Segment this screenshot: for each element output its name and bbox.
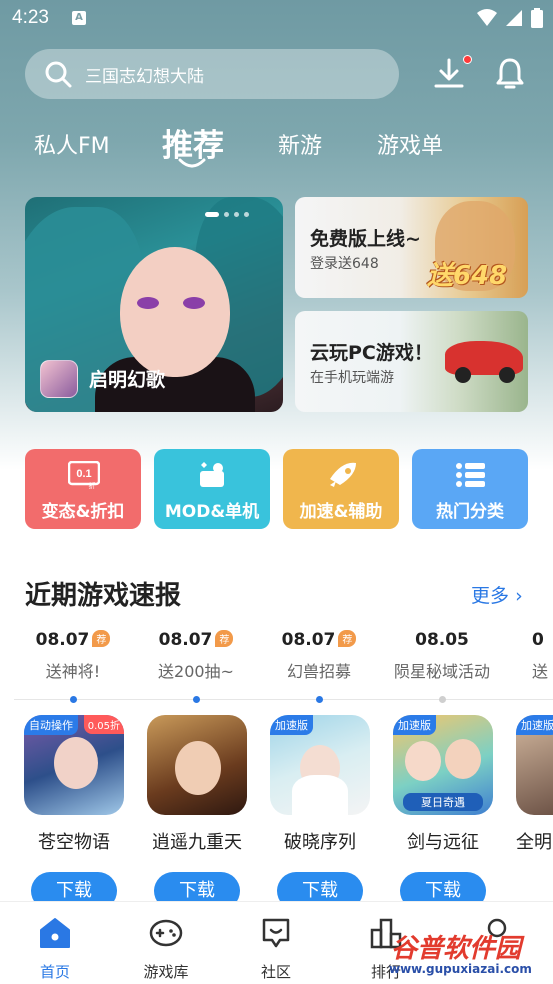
quick-action-label: 热门分类 bbox=[436, 502, 504, 522]
game-badge: 加速版 bbox=[393, 715, 436, 735]
game-icon: 加速版 bbox=[270, 715, 370, 815]
game-name: 剑与远征 bbox=[407, 832, 479, 853]
game-name: 苍空物语 bbox=[38, 832, 110, 853]
discount-badge: 0.05折 bbox=[83, 715, 124, 734]
status-time: 4:23 bbox=[12, 7, 49, 28]
side-banner-free-version[interactable]: 免费版上线~ 登录送648 送648 bbox=[295, 197, 528, 298]
search-icon bbox=[45, 61, 72, 88]
more-link[interactable]: 更多 › bbox=[471, 581, 523, 608]
quick-action-mod[interactable]: MOD&单机 bbox=[154, 449, 270, 529]
game-banner-text: 夏日奇遇 bbox=[403, 793, 483, 811]
recommend-tag: 荐 bbox=[338, 630, 357, 647]
game-name: 逍遥九重天 bbox=[152, 832, 242, 853]
game-card[interactable]: 自动操作 0.05折 苍空物语 下载 bbox=[24, 715, 124, 910]
side-banner-title: 免费版上线~ bbox=[310, 228, 421, 250]
game-card-partial[interactable]: 加速版 全明 bbox=[516, 715, 553, 854]
game-icon: 自动操作 0.05折 bbox=[24, 715, 124, 815]
quick-action-categories[interactable]: 热门分类 bbox=[412, 449, 528, 529]
nav-community[interactable]: 社区 bbox=[236, 916, 316, 982]
main-banner[interactable]: 启明幻歌 bbox=[25, 197, 283, 412]
bell-icon[interactable] bbox=[493, 56, 527, 90]
wifi-icon bbox=[477, 9, 497, 26]
search-bar[interactable]: 三国志幻想大陆 bbox=[25, 49, 399, 99]
search-placeholder: 三国志幻想大陆 bbox=[85, 66, 204, 87]
timeline-dot bbox=[439, 696, 446, 703]
svg-text:折: 折 bbox=[89, 481, 96, 489]
game-icon bbox=[147, 715, 247, 815]
banner-game-icon bbox=[40, 360, 78, 398]
nav-home[interactable]: 首页 bbox=[15, 916, 95, 982]
side-banner-subtitle: 在手机玩端游 bbox=[310, 370, 394, 386]
banner-game-name: 启明幻歌 bbox=[89, 369, 166, 391]
gamepad-icon bbox=[149, 919, 183, 947]
svg-text:0.1: 0.1 bbox=[76, 468, 91, 480]
game-card[interactable]: 加速版 夏日奇遇 剑与远征 下载 bbox=[393, 715, 493, 910]
tab-new-games[interactable]: 新游 bbox=[278, 128, 322, 160]
game-badge: 加速版 bbox=[516, 715, 553, 735]
game-card[interactable]: 逍遥九重天 下载 bbox=[147, 715, 247, 910]
system-icons bbox=[477, 8, 543, 28]
watermark-logo: 谷普软件园 www.gupuxiazai.com bbox=[389, 934, 532, 976]
game-name: 全明 bbox=[516, 832, 552, 853]
quick-action-label: MOD&单机 bbox=[164, 502, 260, 522]
news-item[interactable]: 08.05 陨星秘域活动 bbox=[377, 630, 507, 682]
banner-page-indicator bbox=[205, 212, 249, 217]
side-banner-subtitle: 登录送648 bbox=[310, 256, 379, 272]
download-icon[interactable] bbox=[432, 56, 466, 90]
list-icon bbox=[456, 463, 485, 487]
chevron-right-icon: › bbox=[515, 585, 523, 607]
status-bar: 4:23 A bbox=[0, 0, 553, 38]
community-icon bbox=[262, 918, 290, 948]
game-name: 破晓序列 bbox=[284, 832, 356, 853]
news-item[interactable]: 08.07 荐 幻兽招募 bbox=[254, 630, 384, 682]
home-icon bbox=[40, 918, 70, 948]
nav-game-library[interactable]: 游戏库 bbox=[126, 916, 206, 982]
quick-action-discount[interactable]: 0.1 折 变态&折扣 bbox=[25, 449, 141, 529]
section-title: 近期游戏速报 bbox=[25, 581, 182, 611]
news-item-partial[interactable]: 0 送 bbox=[532, 630, 553, 682]
signal-icon bbox=[506, 10, 522, 26]
quick-action-label: 变态&折扣 bbox=[41, 502, 125, 522]
tab-game-lists[interactable]: 游戏单 bbox=[377, 128, 443, 160]
rocket-icon bbox=[330, 462, 356, 487]
discount-icon: 0.1 折 bbox=[68, 461, 100, 489]
active-tab-indicator bbox=[178, 158, 206, 168]
side-banner-cloud-pc[interactable]: 云玩PC游戏！ 在手机玩端游 bbox=[295, 311, 528, 412]
game-icon: 加速版 夏日奇遇 bbox=[393, 715, 493, 815]
game-card[interactable]: 加速版 破晓序列 下载 bbox=[270, 715, 370, 910]
timeline-dot bbox=[70, 696, 77, 703]
notification-a-icon: A bbox=[72, 11, 86, 25]
tab-private-fm[interactable]: 私人FM bbox=[34, 128, 110, 160]
side-banner-title: 云玩PC游戏！ bbox=[310, 342, 433, 364]
side-banner-tag: 送648 bbox=[427, 261, 508, 291]
recommend-tag: 荐 bbox=[215, 630, 234, 647]
timeline-dot bbox=[193, 696, 200, 703]
banner-character bbox=[120, 247, 230, 377]
recommend-tag: 荐 bbox=[92, 630, 111, 647]
quick-action-label: 加速&辅助 bbox=[299, 502, 383, 522]
game-icon: 加速版 bbox=[516, 715, 553, 815]
game-badge: 自动操作 bbox=[24, 715, 78, 735]
game-badge: 加速版 bbox=[270, 715, 313, 735]
top-tabs: 私人FM 推荐 新游 游戏单 bbox=[0, 118, 553, 178]
quick-action-accelerate[interactable]: 加速&辅助 bbox=[283, 449, 399, 529]
download-badge-dot bbox=[463, 55, 472, 64]
timeline-dot bbox=[316, 696, 323, 703]
timeline-line bbox=[14, 699, 553, 700]
mod-icon bbox=[200, 462, 224, 487]
news-timeline: 08.07 荐 送神将! 08.07 荐 送200抽~ 08.07 荐 幻兽招募 08… bbox=[0, 630, 553, 705]
news-item[interactable]: 08.07 荐 送200抽~ bbox=[131, 630, 261, 682]
battery-icon bbox=[531, 8, 543, 28]
news-item[interactable]: 08.07 荐 送神将! bbox=[8, 630, 138, 682]
